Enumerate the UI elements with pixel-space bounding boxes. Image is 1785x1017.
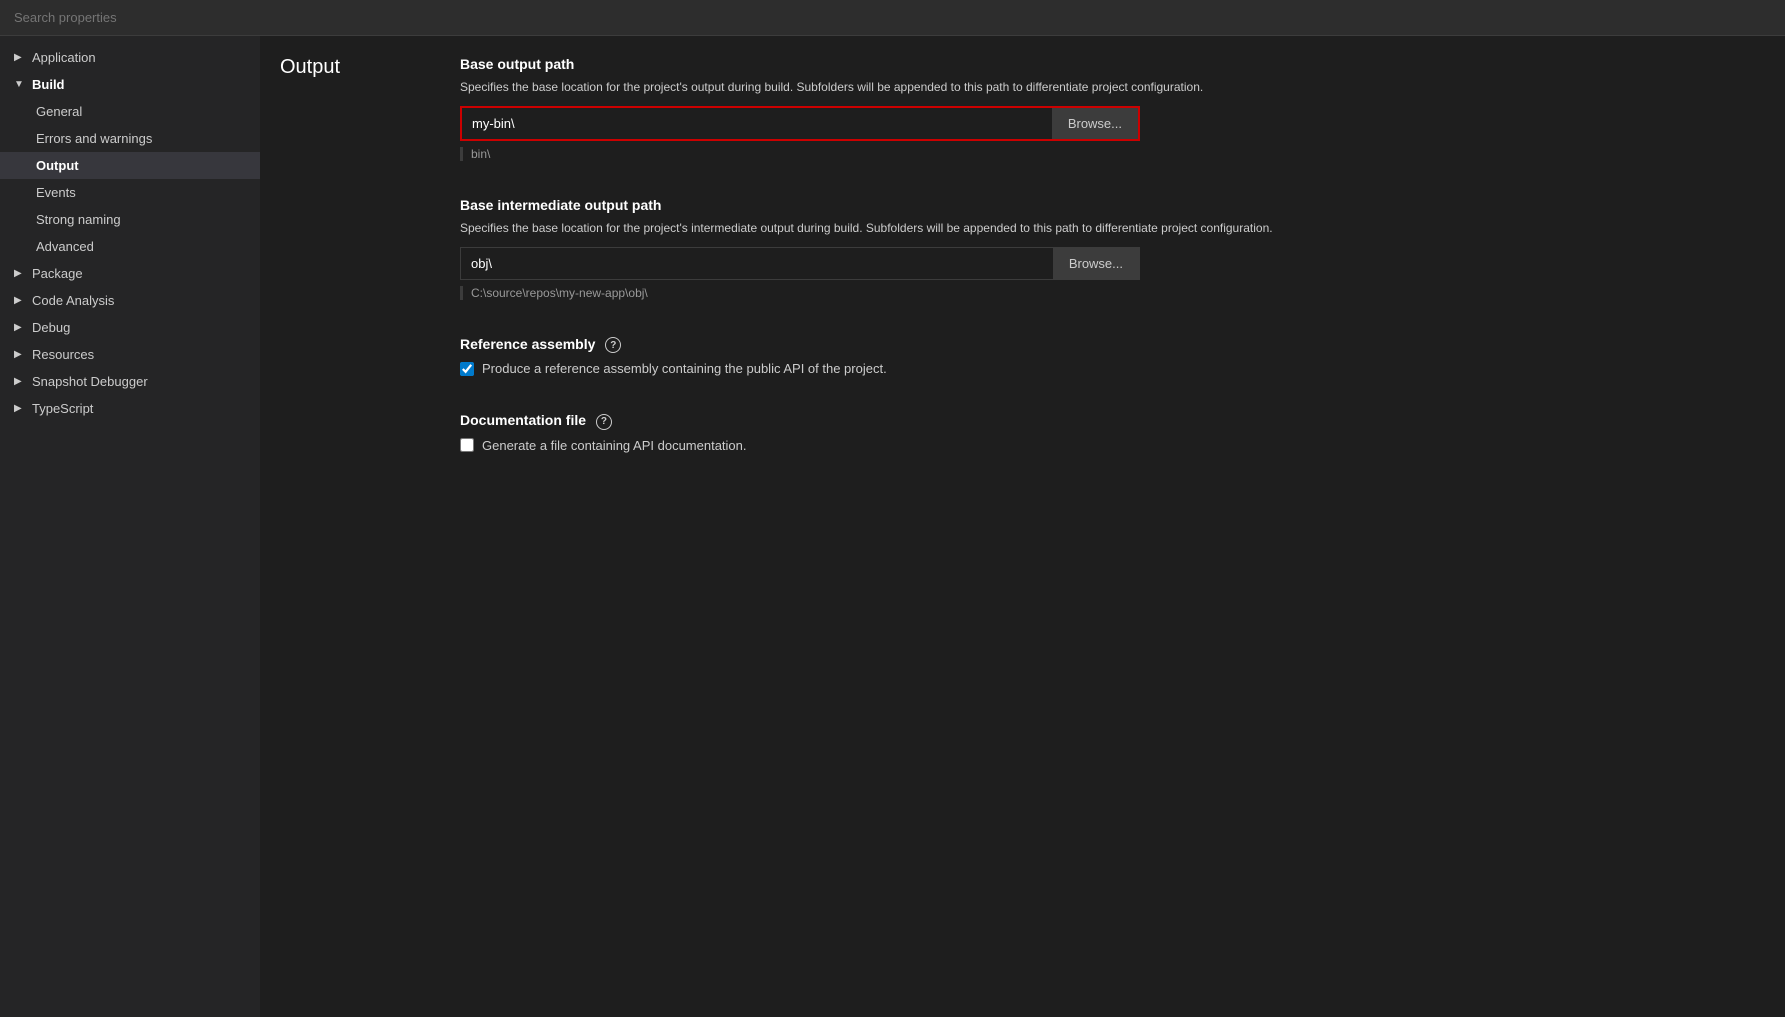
- section-title: Output: [280, 56, 400, 79]
- reference-assembly-checkbox[interactable]: [460, 362, 474, 376]
- sidebar-label-events: Events: [36, 185, 76, 200]
- sidebar-item-code-analysis[interactable]: ▶ Code Analysis: [0, 287, 260, 314]
- sidebar-item-errors-warnings[interactable]: Errors and warnings: [0, 125, 260, 152]
- sidebar-item-advanced[interactable]: Advanced: [0, 233, 260, 260]
- sidebar-item-output[interactable]: Output: [0, 152, 260, 179]
- search-input[interactable]: [14, 10, 214, 25]
- base-output-input[interactable]: [462, 108, 1052, 139]
- reference-assembly-help-icon[interactable]: ?: [605, 337, 621, 353]
- reference-assembly-label[interactable]: Produce a reference assembly containing …: [482, 361, 887, 376]
- chevron-right-icon-snapshot: ▶: [14, 376, 26, 387]
- sidebar-item-strong-naming[interactable]: Strong naming: [0, 206, 260, 233]
- sidebar-item-resources[interactable]: ▶ Resources: [0, 341, 260, 368]
- sidebar-label-build: Build: [32, 77, 65, 92]
- setting-group-base-output: Base output path Specifies the base loca…: [460, 56, 1745, 161]
- base-intermediate-description: Specifies the base location for the proj…: [460, 219, 1280, 237]
- base-intermediate-title: Base intermediate output path: [460, 197, 1745, 213]
- sidebar-label-application: Application: [32, 50, 96, 65]
- documentation-file-checkbox-row: Generate a file containing API documenta…: [460, 438, 1745, 453]
- base-output-hint: bin\: [460, 147, 1140, 161]
- base-output-browse-button[interactable]: Browse...: [1052, 108, 1138, 139]
- sidebar-item-debug[interactable]: ▶ Debug: [0, 314, 260, 341]
- sidebar-item-events[interactable]: Events: [0, 179, 260, 206]
- main-layout: ▶ Application ▼ Build General Errors and…: [0, 36, 1785, 1017]
- base-output-hint-text: bin\: [471, 147, 490, 161]
- base-output-input-row: Browse...: [460, 106, 1140, 141]
- sidebar-label-output: Output: [36, 158, 79, 173]
- documentation-file-label[interactable]: Generate a file containing API documenta…: [482, 438, 747, 453]
- chevron-right-icon-package: ▶: [14, 268, 26, 279]
- base-intermediate-hint-text: C:\source\repos\my-new-app\obj\: [471, 286, 648, 300]
- base-intermediate-hint: C:\source\repos\my-new-app\obj\: [460, 286, 1140, 300]
- content-area: Output Base output path Specifies the ba…: [260, 36, 1785, 1017]
- chevron-down-icon: ▼: [14, 79, 26, 90]
- sidebar-label-resources: Resources: [32, 347, 94, 362]
- sidebar-label-debug: Debug: [32, 320, 70, 335]
- chevron-right-icon: ▶: [14, 52, 26, 63]
- sidebar-item-typescript[interactable]: ▶ TypeScript: [0, 395, 260, 422]
- section-title-panel: Output: [260, 36, 420, 1017]
- documentation-file-help-icon[interactable]: ?: [596, 414, 612, 430]
- sidebar-item-package[interactable]: ▶ Package: [0, 260, 260, 287]
- sidebar-label-strong-naming: Strong naming: [36, 212, 121, 227]
- sidebar-label-code-analysis: Code Analysis: [32, 293, 114, 308]
- base-intermediate-browse-button[interactable]: Browse...: [1053, 248, 1139, 279]
- chevron-right-icon-typescript: ▶: [14, 403, 26, 414]
- base-output-description: Specifies the base location for the proj…: [460, 78, 1280, 96]
- sidebar-label-package: Package: [32, 266, 83, 281]
- base-output-title: Base output path: [460, 56, 1745, 72]
- setting-group-documentation-file: Documentation file ? Generate a file con…: [460, 412, 1745, 452]
- sidebar-label-errors-warnings: Errors and warnings: [36, 131, 152, 146]
- sidebar-label-snapshot-debugger: Snapshot Debugger: [32, 374, 148, 389]
- search-bar: [0, 0, 1785, 36]
- sidebar-item-snapshot-debugger[interactable]: ▶ Snapshot Debugger: [0, 368, 260, 395]
- sidebar-item-build[interactable]: ▼ Build: [0, 71, 260, 98]
- chevron-right-icon-debug: ▶: [14, 322, 26, 333]
- documentation-file-title: Documentation file ?: [460, 412, 1745, 429]
- documentation-file-checkbox[interactable]: [460, 438, 474, 452]
- chevron-right-icon-resources: ▶: [14, 349, 26, 360]
- setting-group-reference-assembly: Reference assembly ? Produce a reference…: [460, 336, 1745, 376]
- sidebar: ▶ Application ▼ Build General Errors and…: [0, 36, 260, 1017]
- reference-assembly-title: Reference assembly ?: [460, 336, 1745, 353]
- base-intermediate-input[interactable]: [461, 248, 1053, 279]
- reference-assembly-checkbox-row: Produce a reference assembly containing …: [460, 361, 1745, 376]
- hint-bar-intermediate: [460, 286, 463, 300]
- hint-bar: [460, 147, 463, 161]
- sidebar-label-general: General: [36, 104, 82, 119]
- sidebar-label-typescript: TypeScript: [32, 401, 93, 416]
- chevron-right-icon-code-analysis: ▶: [14, 295, 26, 306]
- sidebar-item-application[interactable]: ▶ Application: [0, 44, 260, 71]
- settings-panel: Base output path Specifies the base loca…: [420, 36, 1785, 1017]
- sidebar-label-advanced: Advanced: [36, 239, 94, 254]
- setting-group-base-intermediate: Base intermediate output path Specifies …: [460, 197, 1745, 300]
- sidebar-item-general[interactable]: General: [0, 98, 260, 125]
- base-intermediate-input-row: Browse...: [460, 247, 1140, 280]
